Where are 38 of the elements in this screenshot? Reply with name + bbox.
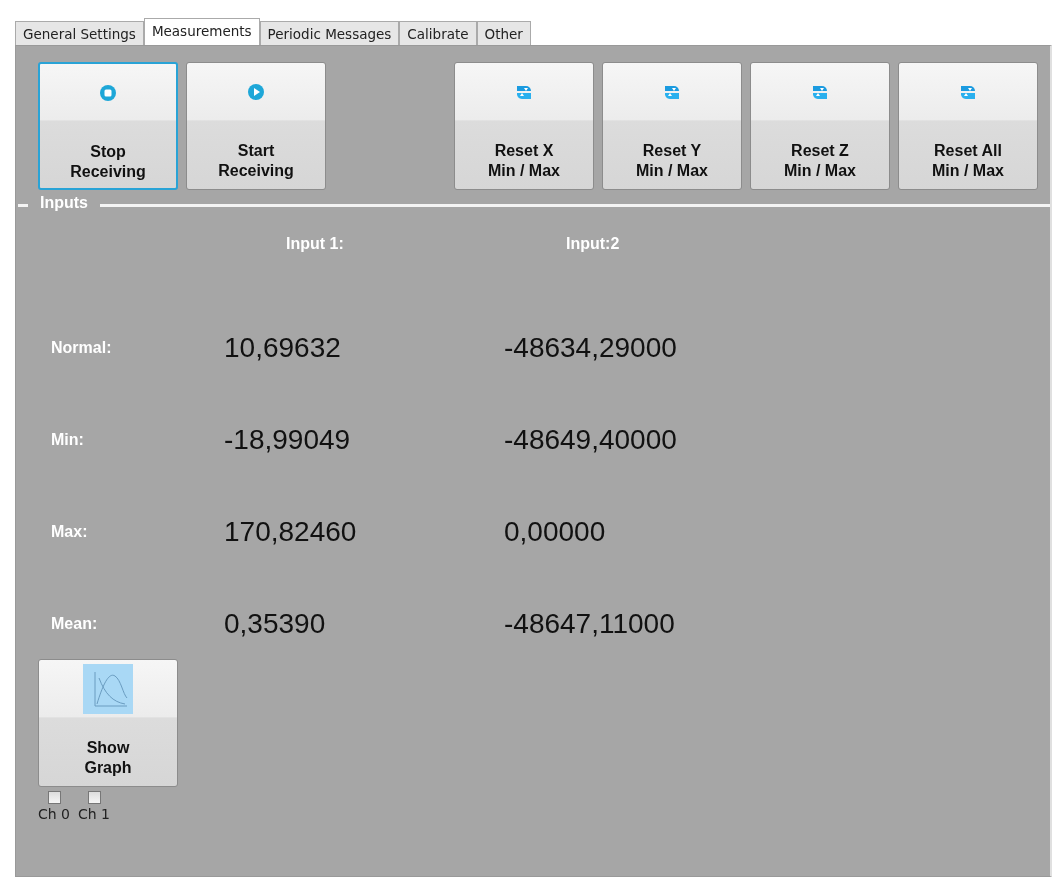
row-label: Max: — [50, 523, 89, 541]
toolbar-button[interactable]: Reset Y Min / Max — [602, 62, 742, 190]
value-text: 0,00000 — [504, 516, 607, 548]
row-label: Mean: — [50, 615, 99, 633]
row-label: Min: — [50, 431, 85, 449]
checkbox-label: Ch 0 — [38, 806, 70, 822]
toolbar-button[interactable]: Stop Receiving — [38, 62, 178, 190]
column-header: Input:2 — [566, 235, 621, 253]
play-icon — [247, 83, 265, 101]
row-label: Normal: — [50, 339, 113, 357]
refresh-icon — [811, 83, 829, 101]
checkbox-label: Ch 1 — [78, 806, 111, 822]
value-text: -18,99049 — [224, 424, 352, 456]
tab[interactable]: Other — [476, 21, 531, 45]
value-text: -48634,29000 — [504, 332, 678, 364]
value-text: 10,69632 — [224, 332, 342, 364]
value-text: 0,35390 — [224, 608, 327, 640]
tab[interactable]: Calibrate — [399, 21, 477, 45]
checkbox[interactable] — [47, 791, 61, 804]
checkbox[interactable] — [87, 791, 101, 804]
group-title: Inputs — [28, 194, 100, 212]
value-text: 170,82460 — [224, 516, 358, 548]
refresh-icon — [959, 83, 977, 101]
toolbar-button[interactable]: Show Graph — [38, 659, 178, 787]
graph-icon — [83, 664, 133, 714]
refresh-icon — [515, 83, 533, 101]
refresh-icon — [663, 83, 681, 101]
toolbar-button[interactable]: Reset Z Min / Max — [750, 62, 890, 190]
tab[interactable]: Measurements — [143, 18, 260, 45]
tab[interactable]: Periodic Messages — [259, 21, 400, 45]
tab[interactable]: General Settings — [15, 21, 144, 45]
toolbar-button[interactable]: Reset X Min / Max — [454, 62, 594, 190]
toolbar-button[interactable]: Reset All Min / Max — [898, 62, 1038, 190]
toolbar-button[interactable]: Start Receiving — [186, 62, 326, 190]
value-text: -48647,11000 — [504, 608, 676, 640]
stop-icon — [99, 84, 117, 102]
value-text: -48649,40000 — [504, 424, 678, 456]
column-header: Input 1: — [286, 235, 345, 253]
